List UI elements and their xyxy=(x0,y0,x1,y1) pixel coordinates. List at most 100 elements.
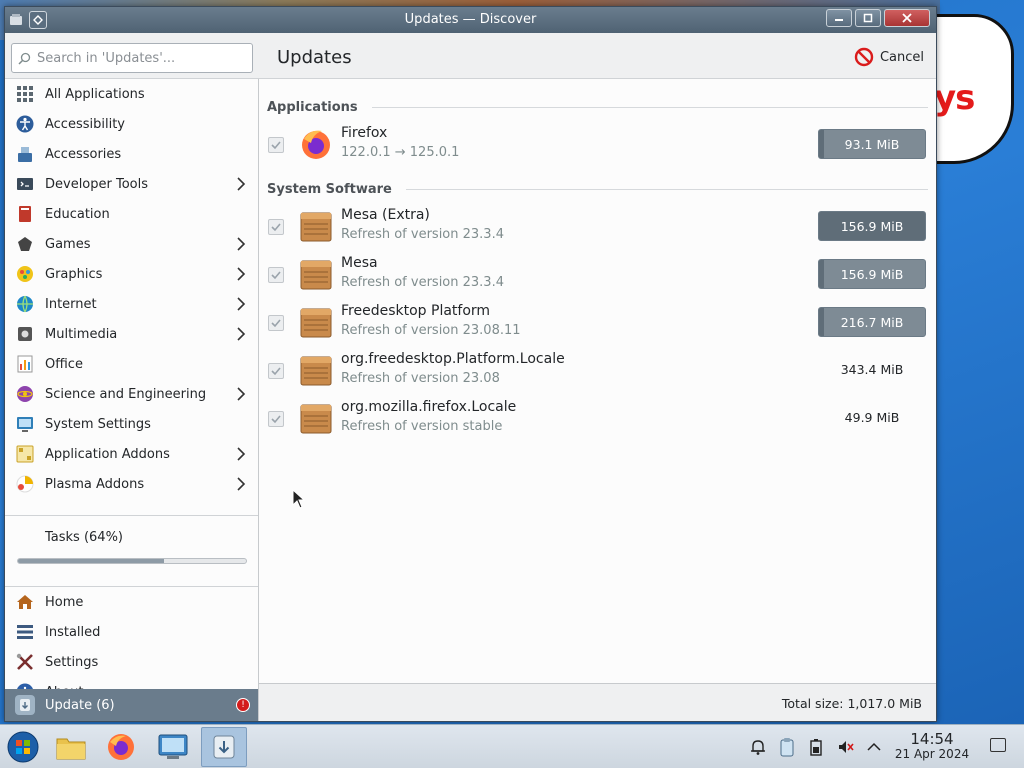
package-version: Refresh of version stable xyxy=(341,419,503,434)
package-size: 156.9 MiB xyxy=(840,267,904,282)
system-settings-icon xyxy=(158,734,188,759)
update-row[interactable]: Freedesktop Platform Refresh of version 2… xyxy=(259,299,936,347)
sidebar-item-label: Update (6) xyxy=(45,697,115,713)
close-button[interactable] xyxy=(884,9,930,27)
tasks-panel[interactable]: Tasks (64%) xyxy=(5,515,258,573)
clock[interactable]: 14:54 21 Apr 2024 xyxy=(890,731,974,761)
chevron-right-icon xyxy=(234,446,248,462)
update-row[interactable]: org.mozilla.firefox.Locale Refresh of ver… xyxy=(259,395,936,443)
taskbar-firefox[interactable] xyxy=(98,727,144,767)
taskbar-system-settings[interactable] xyxy=(150,727,196,767)
package-version: Refresh of version 23.08.11 xyxy=(341,323,521,338)
sidebar-item-internet[interactable]: Internet xyxy=(5,289,258,319)
update-row[interactable]: Firefox 122.0.1 → 125.0.1 93.1 MiB xyxy=(259,121,936,169)
taskbar: 14:54 21 Apr 2024 xyxy=(0,724,1024,768)
page-title: Updates xyxy=(277,47,352,68)
package-size: 93.1 MiB xyxy=(844,137,900,152)
package-name: org.mozilla.firefox.Locale xyxy=(341,399,517,415)
sidebar-item-accessibility[interactable]: Accessibility xyxy=(5,109,258,139)
sidebar-item-label: Application Addons xyxy=(45,446,170,462)
package-version: Refresh of version 23.08 xyxy=(341,371,500,386)
package-name: Firefox xyxy=(341,125,388,141)
update-checkbox[interactable] xyxy=(268,315,284,331)
sidebar-item-home[interactable]: Home xyxy=(5,587,258,617)
search-input[interactable]: Search in 'Updates'... xyxy=(11,43,253,73)
sidebar-item-update[interactable]: Update (6) ! xyxy=(5,689,258,721)
title-bar[interactable]: Updates — Discover xyxy=(5,7,936,33)
sidebar-item-system-settings[interactable]: System Settings xyxy=(5,409,258,439)
start-orb-icon xyxy=(7,731,39,763)
sidebar-item-application-addons[interactable]: Application Addons xyxy=(5,439,258,469)
update-icon xyxy=(15,695,35,715)
sidebar-item-label: Accessories xyxy=(45,146,122,162)
start-menu-button[interactable] xyxy=(0,727,46,767)
update-checkbox[interactable] xyxy=(268,411,284,427)
package-size: 49.9 MiB xyxy=(844,410,900,425)
battery-tray-button[interactable] xyxy=(806,737,826,757)
developer-tools-icon xyxy=(15,174,35,194)
update-row[interactable]: org.freedesktop.Platform.Locale Refresh o… xyxy=(259,347,936,395)
tasks-label: Tasks (64%) xyxy=(45,530,123,545)
mouse-cursor-icon xyxy=(292,489,306,509)
sidebar-item-label: All Applications xyxy=(45,86,145,102)
accessories-icon xyxy=(15,144,35,164)
package-name: org.freedesktop.Platform.Locale xyxy=(341,351,565,367)
download-progress-bar: 93.1 MiB xyxy=(818,129,926,159)
volume-tray-button[interactable] xyxy=(836,737,856,757)
sidebar-item-education[interactable]: Education xyxy=(5,199,258,229)
update-checkbox[interactable] xyxy=(268,267,284,283)
taskbar-file-manager[interactable] xyxy=(48,727,94,767)
maximize-button[interactable] xyxy=(855,9,881,27)
tasks-progress-bar xyxy=(17,558,247,564)
sidebar-item-science-and-engineering[interactable]: Science and Engineering xyxy=(5,379,258,409)
download-progress-bar: 156.9 MiB xyxy=(818,211,926,241)
section-header-applications: Applications xyxy=(267,97,928,117)
section-title: System Software xyxy=(267,181,392,197)
show-desktop-button[interactable] xyxy=(990,738,1006,752)
accessibility-icon xyxy=(15,114,35,134)
notifications-icon xyxy=(751,740,765,755)
package-version: 122.0.1 → 125.0.1 xyxy=(341,145,460,160)
sidebar-item-label: Accessibility xyxy=(45,116,125,132)
sidebar-item-accessories[interactable]: Accessories xyxy=(5,139,258,169)
taskbar-discover[interactable] xyxy=(201,727,247,767)
sidebar-item-graphics[interactable]: Graphics xyxy=(5,259,258,289)
sidebar-item-settings[interactable]: Settings xyxy=(5,647,258,677)
section-title: Applications xyxy=(267,99,358,115)
sidebar-item-label: Office xyxy=(45,356,83,372)
sidebar-item-office[interactable]: Office xyxy=(5,349,258,379)
chevron-right-icon xyxy=(234,296,248,312)
sidebar-item-label: Science and Engineering xyxy=(45,386,207,402)
office-icon xyxy=(15,354,35,374)
sidebar-item-multimedia[interactable]: Multimedia xyxy=(5,319,258,349)
package-size: 216.7 MiB xyxy=(840,315,904,330)
sidebar-item-developer-tools[interactable]: Developer Tools xyxy=(5,169,258,199)
package-name: Freedesktop Platform xyxy=(341,303,491,319)
update-checkbox[interactable] xyxy=(268,363,284,379)
multimedia-icon xyxy=(15,324,35,344)
system-settings-icon xyxy=(15,414,35,434)
home-icon xyxy=(15,592,35,612)
window-title: Updates — Discover xyxy=(404,12,537,27)
sidebar-item-all-applications[interactable]: All Applications xyxy=(5,79,258,109)
minimize-button[interactable] xyxy=(826,9,852,27)
update-checkbox[interactable] xyxy=(268,219,284,235)
sidebar-item-games[interactable]: Games xyxy=(5,229,258,259)
package-size: 156.9 MiB xyxy=(840,219,904,234)
notifications-tray-button[interactable] xyxy=(748,737,768,757)
sidebar-item-installed[interactable]: Installed xyxy=(5,617,258,647)
update-row[interactable]: Mesa (Extra) Refresh of version 23.3.4 156… xyxy=(259,203,936,251)
update-row[interactable]: Mesa Refresh of version 23.3.4 156.9 MiB xyxy=(259,251,936,299)
cancel-label: Cancel xyxy=(879,49,924,65)
clipboard-tray-button[interactable] xyxy=(777,737,797,757)
sidebar-item-plasma-addons[interactable]: Plasma Addons xyxy=(5,469,258,499)
cancel-button[interactable]: Cancel xyxy=(854,47,924,67)
graphics-icon xyxy=(15,264,35,284)
tray-expand-button[interactable] xyxy=(864,737,884,757)
firefox-icon xyxy=(108,734,134,760)
sidebar-item-label: Games xyxy=(45,236,91,252)
update-checkbox[interactable] xyxy=(268,137,284,153)
chevron-right-icon xyxy=(234,176,248,192)
science-icon xyxy=(15,384,35,404)
chevron-right-icon xyxy=(234,236,248,252)
